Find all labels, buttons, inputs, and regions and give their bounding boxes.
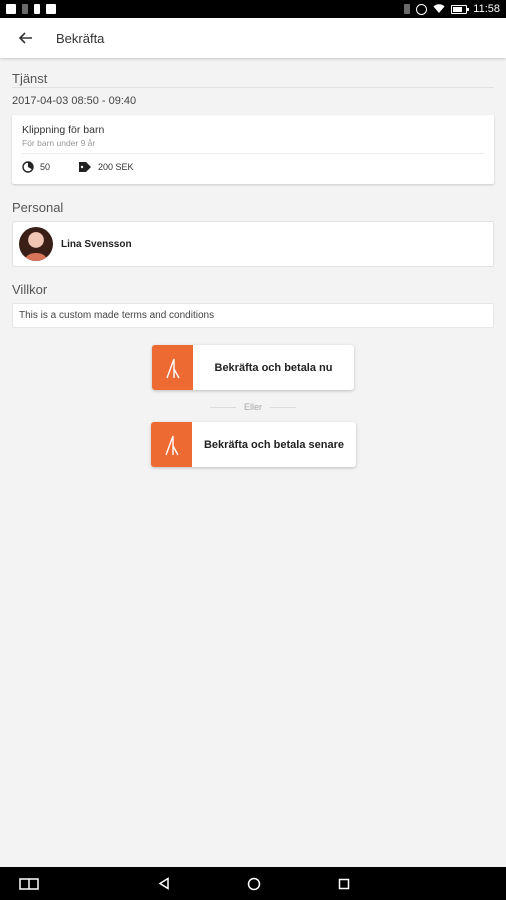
- or-separator: Eller: [210, 402, 297, 412]
- service-duration: 50: [40, 162, 51, 172]
- service-section-label: Tjänst: [12, 71, 48, 86]
- status-bar: 11:58: [0, 0, 506, 18]
- status-bar-left: [6, 4, 56, 14]
- staff-avatar: [19, 227, 53, 261]
- price-tag-icon: [79, 162, 92, 172]
- status-time: 11:58: [473, 3, 500, 15]
- recents-square-icon: [338, 878, 350, 889]
- payment-logo-icon: [151, 422, 192, 467]
- vibrate-icon: [404, 4, 411, 14]
- split-screen-button[interactable]: [9, 867, 49, 900]
- booking-datetime: 2017-04-03 08:50 - 09:40: [12, 95, 137, 107]
- service-name: Klippning för barn: [22, 124, 105, 136]
- gallery-icon: [6, 4, 16, 14]
- nav-recents-button[interactable]: [324, 867, 364, 900]
- arrow-left-icon: [19, 32, 32, 44]
- price-item: 200 SEK: [78, 161, 134, 173]
- a-logo-icon: [164, 435, 179, 455]
- terms-text: This is a custom made terms and conditio…: [19, 310, 215, 321]
- payment-logo-icon: [152, 345, 193, 390]
- wifi-icon: [433, 4, 445, 13]
- pay-later-button[interactable]: Bekräfta och betala senare: [151, 422, 356, 467]
- pay-now-button[interactable]: Bekräfta och betala nu: [152, 345, 354, 390]
- service-price: 200 SEK: [98, 162, 134, 172]
- sd-card-icon: [34, 4, 40, 14]
- terms-text-box: This is a custom made terms and conditio…: [12, 303, 494, 328]
- or-line-right: [270, 406, 297, 408]
- or-text: Eller: [244, 402, 263, 412]
- nav-back-button[interactable]: [144, 867, 184, 900]
- duration-icon: [22, 161, 34, 173]
- a-logo-icon: [165, 358, 180, 378]
- staff-name: Lina Svensson: [61, 239, 132, 250]
- service-card: Klippning för barn För barn under 9 år 5…: [12, 115, 494, 184]
- avatar-shoulders: [25, 253, 47, 261]
- alarm-icon: [416, 3, 428, 15]
- home-circle-icon: [247, 877, 261, 890]
- photo-icon: [46, 4, 56, 14]
- pay-later-label: Bekräfta och betala senare: [203, 438, 344, 451]
- page-title: Bekräfta: [56, 30, 105, 46]
- terms-section-label: Villkor: [12, 282, 48, 297]
- battery-fill: [453, 6, 462, 12]
- service-description: För barn under 9 år: [22, 138, 96, 148]
- nav-home-button[interactable]: [234, 867, 274, 900]
- battery-icon: [451, 4, 470, 14]
- navigation-bar: [0, 867, 506, 900]
- service-divider: [12, 87, 494, 88]
- status-bar-right: 11:58: [404, 3, 500, 15]
- top-app-bar: Bekräfta: [0, 18, 506, 58]
- back-button[interactable]: [0, 18, 52, 58]
- back-triangle-icon: [158, 877, 169, 890]
- pay-now-label: Bekräfta och betala nu: [214, 361, 333, 374]
- service-meta: 50 200 SEK: [22, 161, 134, 173]
- duration-item: 50: [22, 161, 50, 173]
- staff-section-label: Personal: [12, 200, 64, 215]
- service-card-divider: [22, 153, 484, 154]
- split-screen-icon: [19, 877, 39, 890]
- or-line-left: [210, 406, 236, 408]
- staff-card: Lina Svensson: [12, 221, 494, 267]
- bluetooth-icon: [22, 4, 28, 14]
